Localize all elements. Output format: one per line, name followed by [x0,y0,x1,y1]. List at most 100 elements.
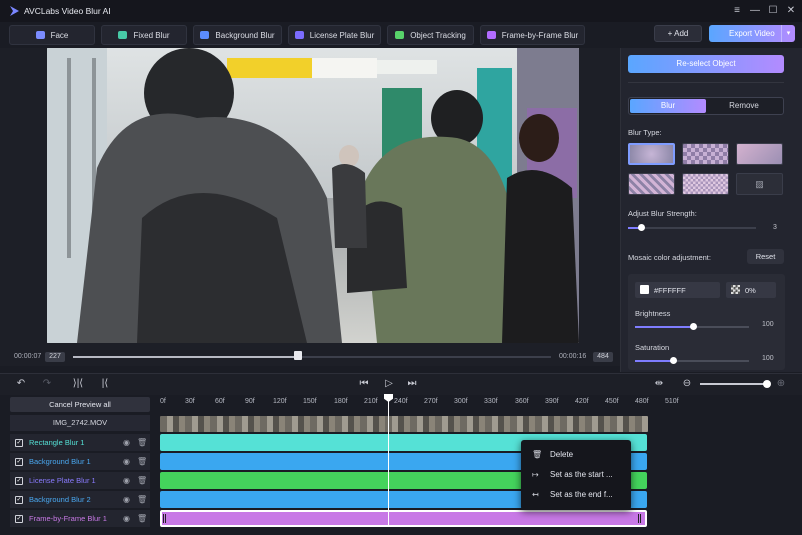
add-button[interactable]: + Add [654,25,702,42]
cancel-preview-all-button[interactable]: Cancel Preview all [10,397,150,412]
zoom-slider[interactable] [700,383,768,385]
context-menu-set-start[interactable]: Set as the start ... [550,470,613,479]
saturation-fill [635,360,673,362]
current-frame: 227 [45,352,65,362]
eye-icon[interactable]: ◉ [123,438,130,447]
blur-strength-value: 3 [773,224,777,231]
trim-handle-right[interactable] [638,514,641,523]
eye-icon[interactable]: ◉ [123,514,130,523]
ruler-tick: 30f [185,398,195,405]
mode-label: Face [50,30,69,40]
eye-icon[interactable]: ◉ [123,476,130,485]
brightness-handle[interactable] [690,323,697,330]
object-tracking-icon [395,31,405,39]
track-row[interactable]: ✓ License Plate Blur 1 ◉ 🗑 [10,472,150,489]
blur-type-diagonal[interactable] [628,173,675,195]
minimize-icon[interactable]: — [748,4,762,18]
track-name: Background Blur 2 [29,495,91,504]
set-end-icon: ↤ [532,490,539,499]
mode-label: Frame-by-Frame Blur [501,30,579,40]
brightness-fill [635,326,693,328]
color-swatch[interactable] [640,285,649,294]
previous-frame-icon[interactable]: ⏮ [357,377,371,391]
chevron-down-icon[interactable]: ▾ [781,25,795,42]
reset-button[interactable]: Reset [747,249,784,264]
play-icon[interactable]: ▷ [382,377,396,391]
media-file-name: IMG_2742.MOV [10,415,150,431]
blur-strength-slider[interactable] [628,227,756,229]
track-checkbox[interactable]: ✓ [15,495,23,504]
blur-type-soft[interactable] [736,143,783,165]
trash-icon[interactable]: 🗑 [137,457,147,466]
track-row[interactable]: ✓ Frame-by-Frame Blur 1 ◉ 🗑 [10,510,150,527]
track-row[interactable]: ✓ Rectangle Blur 1 ◉ 🗑 [10,434,150,451]
mosaic-color-label: Mosaic color adjustment: [628,253,711,262]
track-bar-selected[interactable] [160,510,647,527]
mode-frame-by-frame-button[interactable]: Frame-by-Frame Blur [480,25,585,45]
ruler-tick: 510f [665,398,679,405]
reselect-object-button[interactable]: Re-select Object [628,55,784,73]
context-menu-delete[interactable]: Delete [550,450,573,459]
divider [628,82,784,83]
close-icon[interactable]: ✕ [784,4,798,18]
video-frame[interactable] [47,48,579,343]
eye-icon[interactable]: ◉ [123,495,130,504]
zoom-in-icon[interactable]: ⊕ [774,377,788,391]
ruler-tick: 480f [635,398,649,405]
undo-icon[interactable]: ↶ [14,377,28,391]
video-filmstrip[interactable] [160,416,648,432]
image-icon[interactable]: ▨ [736,173,783,195]
mode-label: Background Blur [215,30,275,40]
blur-type-fine-mosaic[interactable] [682,173,729,195]
track-name: Frame-by-Frame Blur 1 [29,514,107,523]
export-video-button[interactable]: Export Video ▾ [709,25,795,42]
color-hex-value: #FFFFFF [654,286,686,295]
context-menu-set-end[interactable]: Set as the end f... [550,490,613,499]
ruler-tick: 60f [215,398,225,405]
export-label: Export Video [729,29,775,38]
ruler-tick: 150f [303,398,317,405]
mode-object-tracking-button[interactable]: Object Tracking [387,25,474,45]
brightness-value: 100 [762,321,774,328]
split-icon[interactable]: ⟩|⟨ [71,377,85,391]
saturation-label: Saturation [635,343,670,352]
track-checkbox[interactable]: ✓ [15,514,23,523]
tab-remove[interactable]: Remove [706,99,782,113]
playback-progress-handle[interactable] [294,351,302,360]
next-frame-icon[interactable]: ⏭ [405,377,419,391]
trash-icon[interactable]: 🗑 [137,476,147,485]
track-checkbox[interactable]: ✓ [15,438,23,447]
mode-face-button[interactable]: Face [9,25,95,45]
menu-icon[interactable]: ≡ [730,4,744,18]
trim-handle-left[interactable] [163,514,166,523]
transparency-icon [731,285,740,294]
track-checkbox[interactable]: ✓ [15,476,23,485]
maximize-icon[interactable]: ☐ [766,4,780,18]
mode-license-plate-button[interactable]: License Plate Blur [288,25,381,45]
ruler-tick: 300f [454,398,468,405]
mode-fixed-blur-button[interactable]: Fixed Blur [101,25,187,45]
track-name: Rectangle Blur 1 [29,438,85,447]
trash-icon[interactable]: 🗑 [137,514,147,523]
playhead[interactable] [388,395,389,527]
mode-label: License Plate Blur [309,30,375,40]
blur-type-gaussian[interactable] [628,143,675,165]
tab-blur[interactable]: Blur [630,99,706,113]
ruler-tick: 210f [364,398,378,405]
redo-icon[interactable]: ↷ [40,377,54,391]
trash-icon[interactable]: 🗑 [137,495,147,504]
ruler-tick: 360f [515,398,529,405]
trash-icon[interactable]: 🗑 [137,438,147,447]
track-row[interactable]: ✓ Background Blur 2 ◉ 🗑 [10,491,150,508]
zoom-out-icon[interactable]: ⊖ [680,377,694,391]
saturation-handle[interactable] [670,357,677,364]
zoom-handle[interactable] [763,380,771,388]
blur-type-mosaic[interactable] [682,143,729,165]
mode-background-blur-button[interactable]: Background Blur [193,25,282,45]
track-checkbox[interactable]: ✓ [15,457,23,466]
track-row[interactable]: ✓ Background Blur 1 ◉ 🗑 [10,453,150,470]
merge-icon[interactable]: |⟨ [98,377,112,391]
blur-strength-handle[interactable] [638,224,645,231]
fit-timeline-icon[interactable]: ⇹ [652,377,666,391]
eye-icon[interactable]: ◉ [123,457,130,466]
